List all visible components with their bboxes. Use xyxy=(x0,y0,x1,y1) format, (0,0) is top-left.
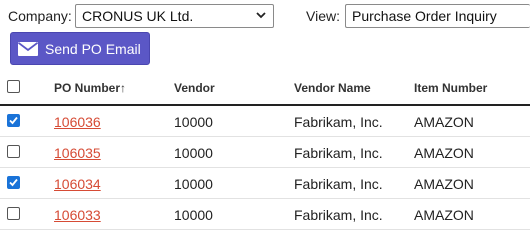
item-number-cell: AMAZON xyxy=(414,176,474,192)
checkmark-icon xyxy=(9,116,18,125)
table-row[interactable]: 106036 10000 Fabrikam, Inc. AMAZON xyxy=(0,106,530,137)
select-all-checkbox[interactable] xyxy=(7,80,20,93)
send-po-email-label: Send PO Email xyxy=(45,40,141,57)
column-header-po-number[interactable]: PO Number↑ xyxy=(54,81,126,95)
column-header-item-number[interactable]: Item Number xyxy=(414,81,487,95)
po-number-link[interactable]: 106036 xyxy=(54,114,101,130)
item-number-cell: AMAZON xyxy=(414,114,474,130)
grid-body: 106036 10000 Fabrikam, Inc. AMAZON 106035 100… xyxy=(0,106,530,230)
row-checkbox[interactable] xyxy=(7,114,20,127)
company-select-value: CRONUS UK Ltd. xyxy=(82,8,194,24)
vendor-name-cell: Fabrikam, Inc. xyxy=(294,207,383,223)
vendor-cell: 10000 xyxy=(174,207,213,223)
vendor-name-cell: Fabrikam, Inc. xyxy=(294,176,383,192)
table-row[interactable]: 106033 10000 Fabrikam, Inc. AMAZON xyxy=(0,199,530,230)
vendor-cell: 10000 xyxy=(174,114,213,130)
toolbar: Company: CRONUS UK Ltd. View: Purchase O… xyxy=(0,0,530,70)
company-select[interactable]: CRONUS UK Ltd. xyxy=(75,4,274,28)
column-header-vendor-name[interactable]: Vendor Name xyxy=(294,81,371,95)
vendor-cell: 10000 xyxy=(174,145,213,161)
vendor-cell: 10000 xyxy=(174,176,213,192)
row-checkbox[interactable] xyxy=(7,176,20,189)
po-number-link[interactable]: 106033 xyxy=(54,207,101,223)
view-select-value: Purchase Order Inquiry xyxy=(352,8,497,24)
envelope-icon xyxy=(17,41,39,56)
po-number-link[interactable]: 106034 xyxy=(54,176,101,192)
column-header-vendor[interactable]: Vendor xyxy=(174,81,215,95)
row-checkbox[interactable] xyxy=(7,145,20,158)
vendor-name-cell: Fabrikam, Inc. xyxy=(294,114,383,130)
table-row[interactable]: 106034 10000 Fabrikam, Inc. AMAZON xyxy=(0,168,530,199)
sort-ascending-icon: ↑ xyxy=(120,81,127,95)
company-label: Company: xyxy=(8,8,72,24)
item-number-cell: AMAZON xyxy=(414,145,474,161)
row-checkbox[interactable] xyxy=(7,207,20,220)
table-row[interactable]: 106035 10000 Fabrikam, Inc. AMAZON xyxy=(0,137,530,168)
item-number-cell: AMAZON xyxy=(414,207,474,223)
grid-header-row: PO Number↑ Vendor Vendor Name Item Numbe… xyxy=(0,70,530,106)
send-po-email-button[interactable]: Send PO Email xyxy=(10,32,150,65)
checkmark-icon xyxy=(9,178,18,187)
po-number-link[interactable]: 106035 xyxy=(54,145,101,161)
po-grid: PO Number↑ Vendor Vendor Name Item Numbe… xyxy=(0,70,530,230)
view-select[interactable]: Purchase Order Inquiry xyxy=(345,4,530,28)
view-label: View: xyxy=(306,8,340,24)
chevron-down-icon xyxy=(256,12,266,19)
vendor-name-cell: Fabrikam, Inc. xyxy=(294,145,383,161)
